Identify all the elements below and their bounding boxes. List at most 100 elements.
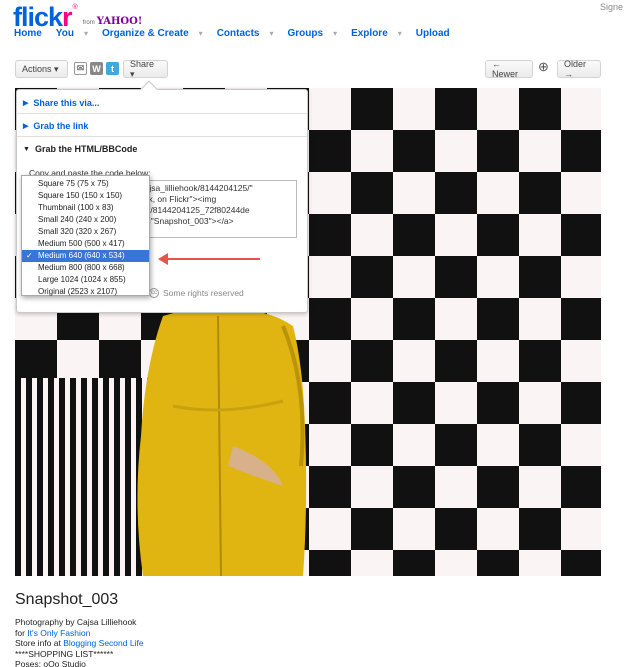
email-icon[interactable]: ✉ [74, 62, 87, 75]
checker-cell [351, 340, 393, 382]
checker-cell [393, 130, 435, 172]
newer-button[interactable]: ← Newer [485, 59, 533, 79]
nav-groups[interactable]: Groups ▾ [288, 28, 338, 39]
rights-label: Some rights reserved [163, 288, 244, 298]
size-option-selected[interactable]: ✓ Medium 640 (640 x 534) [22, 250, 149, 262]
checker-cell [351, 550, 393, 576]
rights-info[interactable]: cc Some rights reserved [149, 288, 244, 298]
share-via-section[interactable]: ▶ Share this via... [17, 92, 307, 114]
checker-cell [351, 424, 393, 466]
nav-label: Explore [351, 28, 388, 39]
checker-cell [309, 550, 351, 576]
size-option[interactable]: Small 240 (240 x 200) [22, 214, 149, 226]
size-option[interactable]: Original (2523 x 2107) [22, 286, 149, 298]
nav-explore[interactable]: Explore ▾ [351, 28, 402, 39]
size-option[interactable]: Small 320 (320 x 267) [22, 226, 149, 238]
checker-cell [393, 508, 435, 550]
nav-you[interactable]: You ▾ [56, 28, 88, 39]
nav-label: Contacts [216, 28, 260, 39]
checker-cell [435, 172, 477, 214]
zoom-icon[interactable]: ⊕ [538, 59, 549, 75]
size-option[interactable]: Thumbnail (100 x 83) [22, 202, 149, 214]
checker-cell [519, 508, 561, 550]
nav-label: You [55, 28, 74, 39]
checker-cell [561, 130, 601, 172]
checker-cell [351, 130, 393, 172]
older-button[interactable]: Older → [557, 59, 601, 79]
checker-cell [351, 298, 393, 340]
size-option[interactable]: Medium 800 (800 x 668) [22, 262, 149, 274]
option-label: Medium 500 (500 x 417) [38, 239, 125, 248]
size-option[interactable]: Medium 500 (500 x 417) [22, 238, 149, 250]
annotation-arrow-icon [158, 253, 168, 265]
checker-cell [351, 466, 393, 508]
checker-cell [393, 550, 435, 576]
flickr-logo[interactable]: flickr ® from YAHOO! [13, 2, 143, 31]
size-option[interactable]: Large 1024 (1024 x 855) [22, 274, 149, 286]
checker-cell [519, 88, 561, 130]
checker-cell [561, 550, 601, 576]
blogger-icon[interactable]: W [90, 62, 103, 75]
checker-cell [393, 466, 435, 508]
checker-cell [561, 172, 601, 214]
checker-cell [393, 340, 435, 382]
grab-link-section[interactable]: ▶ Grab the link [17, 115, 307, 137]
checker-cell [351, 508, 393, 550]
nav-home[interactable]: Home [14, 28, 42, 39]
model-figure [137, 309, 307, 576]
checker-cell [351, 172, 393, 214]
chevron-down-icon: ▾ [333, 29, 338, 38]
its-only-fashion-link[interactable]: It's Only Fashion [27, 628, 90, 638]
actions-button[interactable]: Actions ▾ [15, 60, 68, 78]
registered-mark: ® [72, 4, 78, 11]
checker-cell [15, 340, 57, 382]
twitter-icon[interactable]: t [106, 62, 119, 75]
option-label: Medium 640 (640 x 534) [38, 251, 125, 260]
checker-cell [393, 424, 435, 466]
checker-cell [435, 340, 477, 382]
checker-cell [435, 130, 477, 172]
checker-cell [351, 382, 393, 424]
checker-cell [393, 382, 435, 424]
for-label: for [15, 627, 28, 638]
checker-cell [435, 382, 477, 424]
checker-cell [309, 466, 351, 508]
checker-cell [351, 88, 393, 130]
nav-label: Groups [287, 28, 324, 39]
nav-organize-create[interactable]: Organize & Create ▾ [102, 28, 203, 39]
checker-cell [351, 256, 393, 298]
sign-in-link[interactable]: Signe [600, 2, 623, 12]
yahoo-logo: YAHOO! [96, 16, 143, 27]
nav-contacts[interactable]: Contacts ▾ [217, 28, 274, 39]
checker-cell [519, 130, 561, 172]
main-nav: Home You ▾ Organize & Create ▾ Contacts ▾ G… [14, 28, 464, 39]
checker-cell [309, 172, 351, 214]
checker-cell [477, 424, 519, 466]
option-label: Thumbnail (100 x 83) [38, 203, 114, 212]
size-option[interactable]: Square 150 (150 x 150) [22, 190, 149, 202]
checker-cell [393, 172, 435, 214]
creative-commons-icon: cc [149, 288, 159, 298]
checker-cell [561, 382, 601, 424]
checker-cell [477, 508, 519, 550]
share-button[interactable]: Share ▾ [123, 59, 168, 79]
checker-cell [561, 466, 601, 508]
size-dropdown[interactable]: Square 75 (75 x 75) Square 150 (150 x 15… [21, 175, 150, 296]
checker-cell [309, 130, 351, 172]
checker-cell [435, 466, 477, 508]
size-option[interactable]: Square 75 (75 x 75) [22, 178, 149, 190]
grab-html-section[interactable]: ▼ Grab the HTML/BBCode [17, 138, 307, 160]
checker-cell [477, 340, 519, 382]
section-label: Grab the HTML/BBCode [34, 144, 138, 154]
chevron-down-icon: ▾ [269, 29, 274, 38]
store-label: Store info at [15, 638, 64, 648]
checker-cell [393, 88, 435, 130]
nav-label: Organize & Create [101, 28, 189, 39]
checker-cell [561, 88, 601, 130]
checker-cell [393, 214, 435, 256]
blogging-second-life-link[interactable]: Blogging Second Life [63, 638, 143, 648]
section-label: Share this via... [33, 97, 100, 108]
chevron-down-icon: ▾ [198, 29, 203, 38]
checker-cell [477, 256, 519, 298]
nav-upload[interactable]: Upload [416, 28, 450, 39]
